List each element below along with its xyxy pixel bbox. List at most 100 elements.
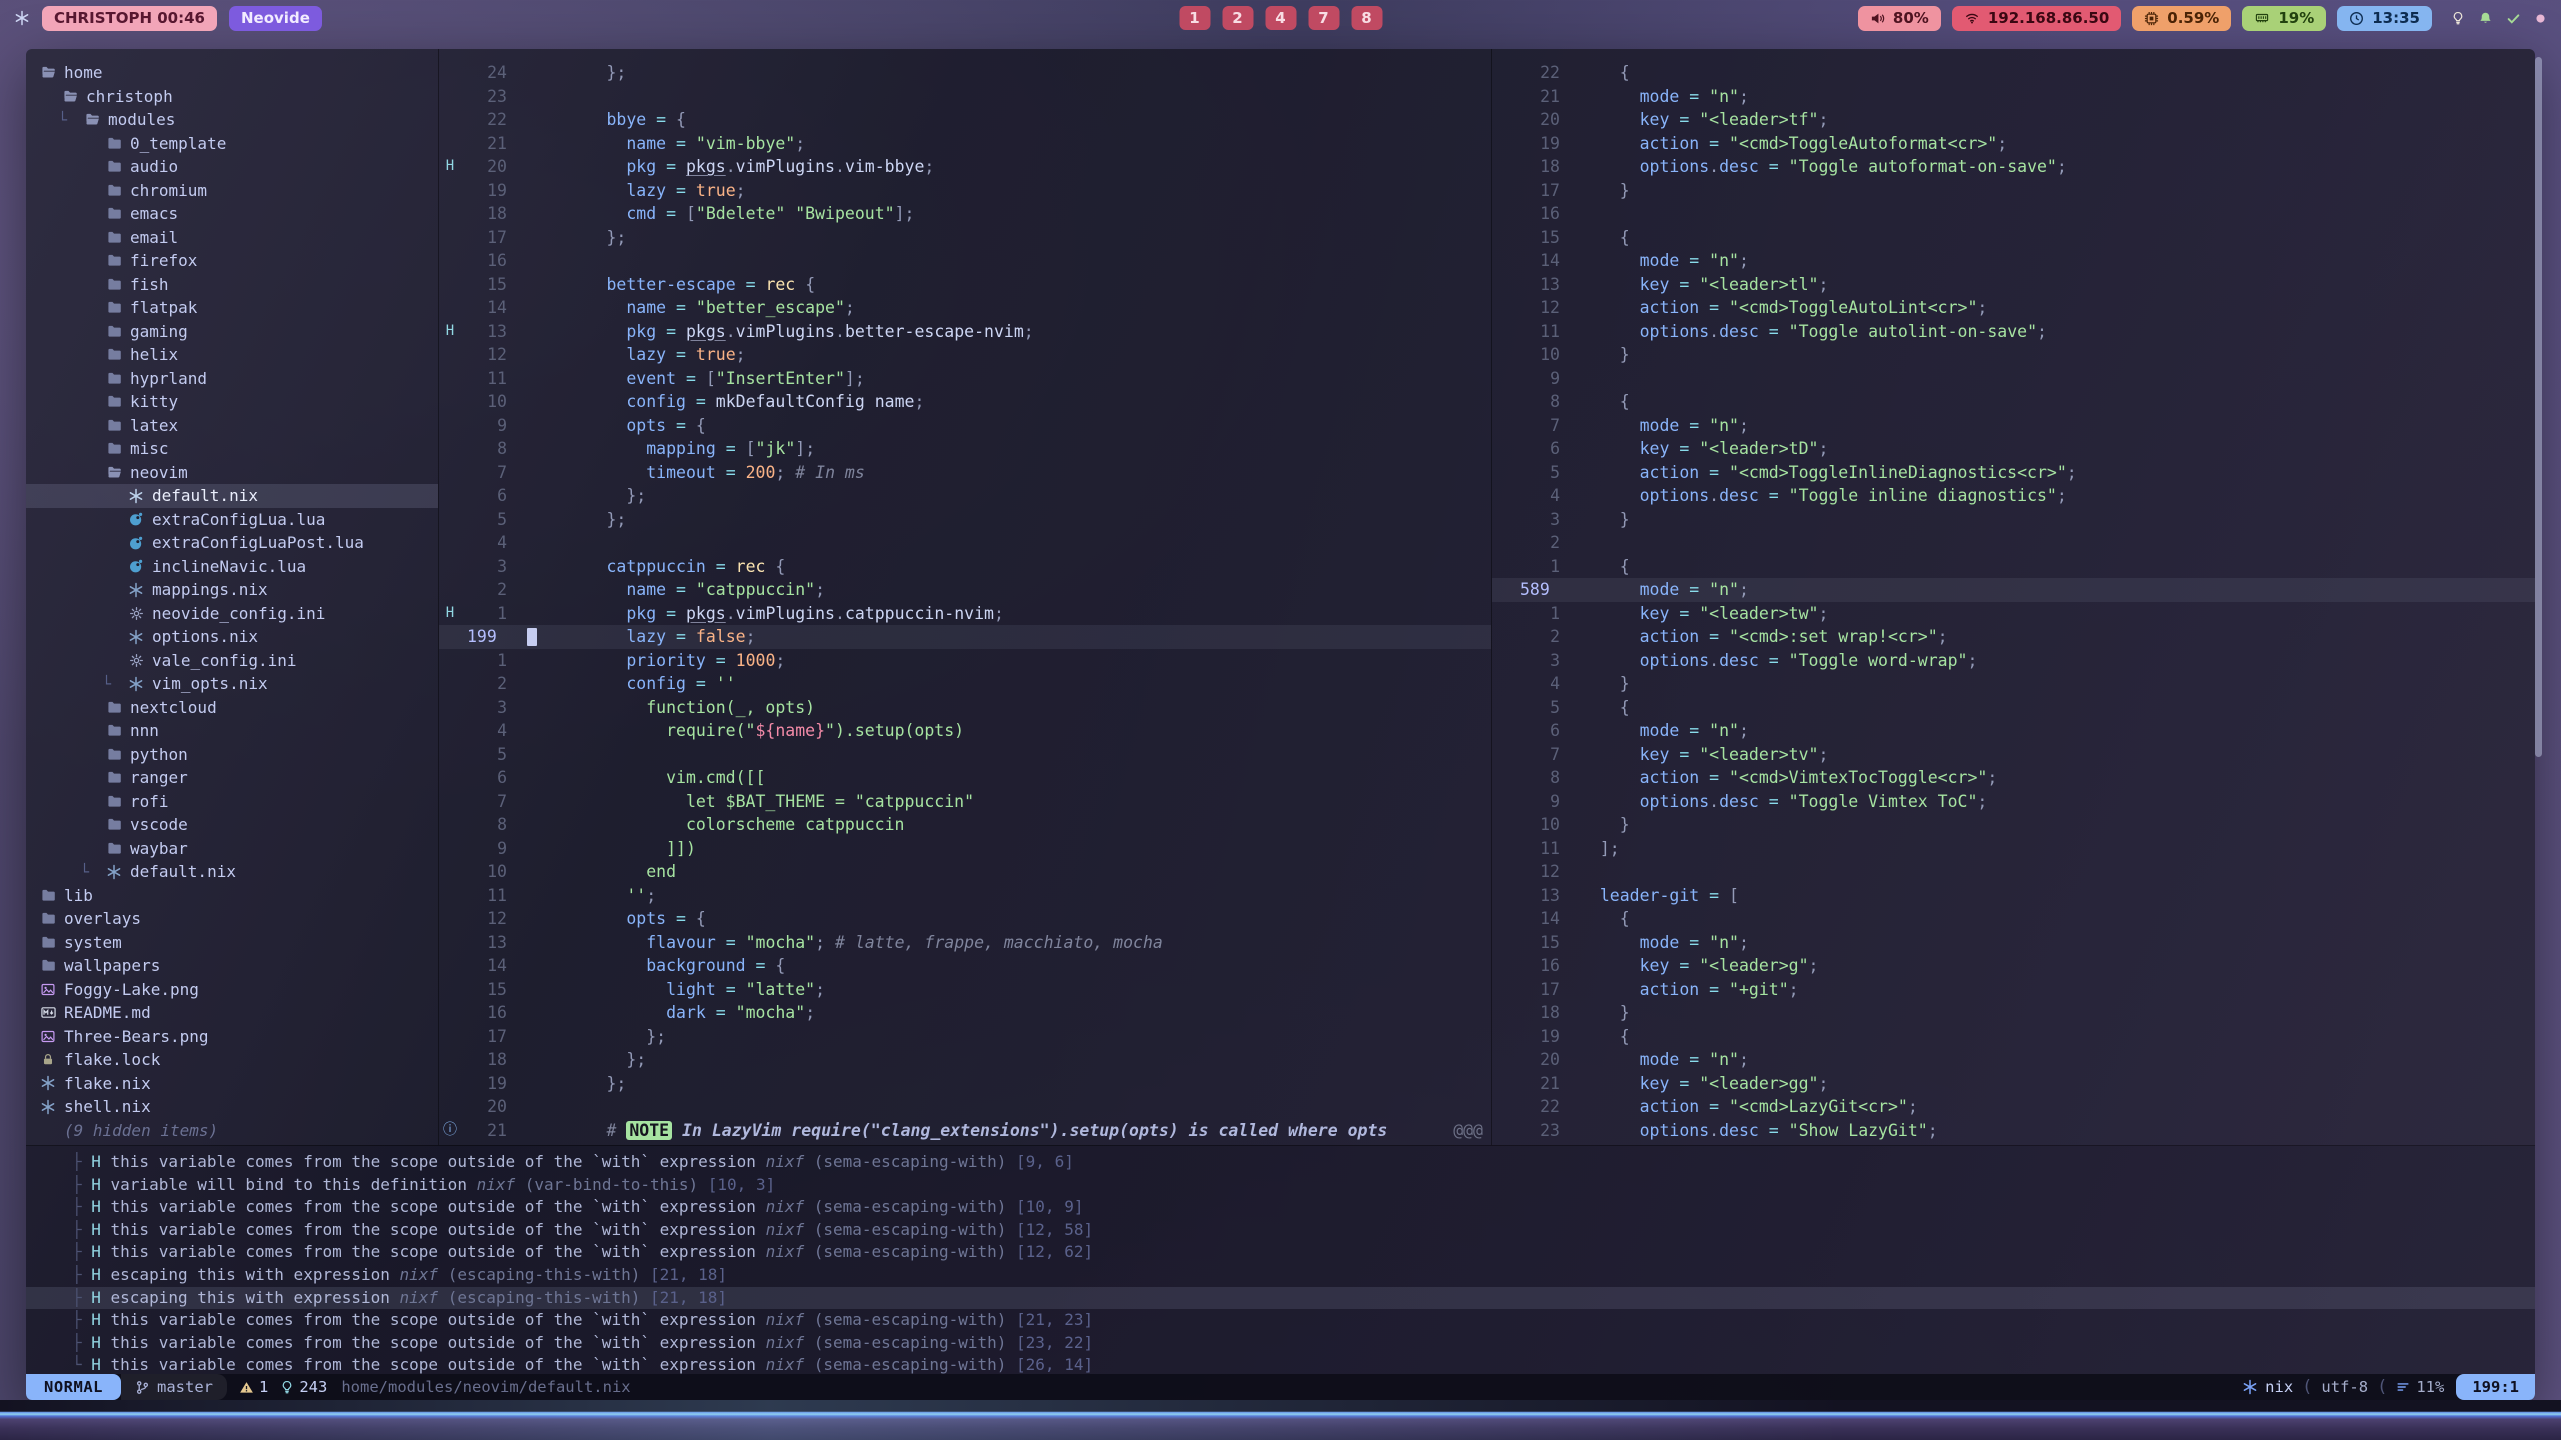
tree-item-christoph[interactable]: christoph (26, 85, 438, 109)
code-line[interactable]: 18 } (1492, 1001, 2535, 1025)
code-line[interactable]: 8 colorscheme catppuccin (439, 813, 1491, 837)
code-line[interactable]: 10 config = mkDefaultConfig name; (439, 390, 1491, 414)
code-line[interactable]: 9 options.desc = "Toggle Vimtex ToC"; (1492, 790, 2535, 814)
code-line[interactable]: 7 timeout = 200; # In ms (439, 461, 1491, 485)
code-line[interactable]: 9 ]]) (439, 837, 1491, 861)
recorder[interactable] (2534, 12, 2547, 25)
code-line[interactable]: 11 options.desc = "Toggle autolint-on-sa… (1492, 320, 2535, 344)
code-line[interactable]: 9 (1492, 367, 2535, 391)
tree-item-rofi[interactable]: rofi (26, 790, 438, 814)
tree-item-9-hidden-items[interactable]: (9 hidden items) (26, 1119, 438, 1143)
tree-item-default-nix[interactable]: └default.nix (26, 860, 438, 884)
tree-item-nextcloud[interactable]: nextcloud (26, 696, 438, 720)
tree-item-system[interactable]: system (26, 931, 438, 955)
code-line[interactable]: 16 dark = "mocha"; (439, 1001, 1491, 1025)
tree-item-flatpak[interactable]: flatpak (26, 296, 438, 320)
diagnostic-row[interactable]: ├ H this variable comes from the scope o… (26, 1241, 2535, 1264)
tree-item-vscode[interactable]: vscode (26, 813, 438, 837)
module-clock[interactable]: 13:35 (2337, 6, 2432, 31)
code-line[interactable]: 22 { (1492, 61, 2535, 85)
code-line[interactable]: 19 action = "<cmd>ToggleAutoformat<cr>"; (1492, 132, 2535, 156)
code-line[interactable]: 14 background = { (439, 954, 1491, 978)
code-line[interactable]: 5 action = "<cmd>ToggleInlineDiagnostics… (1492, 461, 2535, 485)
diagnostic-row[interactable]: ├ H variable will bind to this definitio… (26, 1174, 2535, 1197)
tree-item-extraconfiglua-lua[interactable]: extraConfigLua.lua (26, 508, 438, 532)
diagnostic-row[interactable]: ├ H this variable comes from the scope o… (26, 1309, 2535, 1332)
code-line[interactable]: 589 mode = "n"; (1492, 578, 2535, 602)
nixos-logo-icon[interactable] (14, 10, 30, 26)
code-line[interactable]: 17 action = "+git"; (1492, 978, 2535, 1002)
tree-item-default-nix[interactable]: default.nix (26, 484, 438, 508)
workspace-8[interactable]: 8 (1351, 6, 1382, 30)
tree-item-chromium[interactable]: chromium (26, 179, 438, 203)
diagnostic-row[interactable]: ├ H escaping this with expression nixf (… (26, 1287, 2535, 1310)
code-line[interactable]: 23 options.desc = "Show LazyGit"; (1492, 1119, 2535, 1143)
code-line[interactable]: 19 lazy = true; (439, 179, 1491, 203)
code-line[interactable]: 14 { (1492, 907, 2535, 931)
status-check[interactable] (2506, 11, 2521, 26)
code-line[interactable]: 7 key = "<leader>tv"; (1492, 743, 2535, 767)
git-branch[interactable]: master (121, 1374, 227, 1400)
code-line[interactable]: 3 options.desc = "Toggle word-wrap"; (1492, 649, 2535, 673)
editor-pane-center[interactable]: 24 };2322 bbye = {21 name = "vim-bbye";H… (438, 49, 1492, 1145)
tree-item-gaming[interactable]: gaming (26, 320, 438, 344)
code-line[interactable]: 20 mode = "n"; (1492, 1048, 2535, 1072)
code-line[interactable]: 11 ''; (439, 884, 1491, 908)
code-line[interactable]: 20 key = "<leader>tf"; (1492, 108, 2535, 132)
code-line[interactable]: 4 options.desc = "Toggle inline diagnost… (1492, 484, 2535, 508)
code-line[interactable]: 19 { (1492, 1025, 2535, 1049)
code-line[interactable]: 12 action = "<cmd>ToggleAutoLint<cr>"; (1492, 296, 2535, 320)
code-line[interactable]: H13 pkg = pkgs.vimPlugins.better-escape-… (439, 320, 1491, 344)
code-line[interactable]: 13 key = "<leader>tl"; (1492, 273, 2535, 297)
code-line[interactable]: 10 } (1492, 813, 2535, 837)
tree-item-home[interactable]: home (26, 61, 438, 85)
diagnostic-row[interactable]: ├ H this variable comes from the scope o… (26, 1219, 2535, 1242)
tree-item-hyprland[interactable]: hyprland (26, 367, 438, 391)
tree-item-overlays[interactable]: overlays (26, 907, 438, 931)
tree-item-kitty[interactable]: kitty (26, 390, 438, 414)
tree-item-emacs[interactable]: emacs (26, 202, 438, 226)
tree-item-extraconfigluapost-lua[interactable]: extraConfigLuaPost.lua (26, 531, 438, 555)
code-line[interactable]: 3 catppuccin = rec { (439, 555, 1491, 579)
code-line[interactable]: ⓘ21 # NOTE In LazyVim require("clang_ext… (439, 1119, 1491, 1143)
code-line[interactable]: 18 options.desc = "Toggle autoformat-on-… (1492, 155, 2535, 179)
code-line[interactable]: 11 event = ["InsertEnter"]; (439, 367, 1491, 391)
hint-count[interactable]: 243 (280, 1378, 327, 1396)
code-line[interactable]: 1 priority = 1000; (439, 649, 1491, 673)
tree-item-ranger[interactable]: ranger (26, 766, 438, 790)
tree-item-wallpapers[interactable]: wallpapers (26, 954, 438, 978)
code-line[interactable]: 12 lazy = true; (439, 343, 1491, 367)
code-line[interactable]: 2 (1492, 531, 2535, 555)
code-line[interactable]: 2 name = "catppuccin"; (439, 578, 1491, 602)
code-line[interactable]: 21 name = "vim-bbye"; (439, 132, 1491, 156)
code-line[interactable]: 7 mode = "n"; (1492, 414, 2535, 438)
code-line[interactable]: 6 }; (439, 484, 1491, 508)
code-line[interactable]: 2 action = "<cmd>:set wrap!<cr>"; (1492, 625, 2535, 649)
tree-item-three-bears-png[interactable]: Three-Bears.png (26, 1025, 438, 1049)
workspace-7[interactable]: 7 (1308, 6, 1339, 30)
code-line[interactable]: 16 key = "<leader>g"; (1492, 954, 2535, 978)
code-line[interactable]: 21 mode = "n"; (1492, 85, 2535, 109)
diagnostic-row[interactable]: ├ H this variable comes from the scope o… (26, 1332, 2535, 1355)
code-line[interactable]: 1 { (1492, 555, 2535, 579)
code-line[interactable]: 15 better-escape = rec { (439, 273, 1491, 297)
tree-item-neovim[interactable]: neovim (26, 461, 438, 485)
workspace-2[interactable]: 2 (1222, 6, 1253, 30)
code-line[interactable]: 8 mapping = ["jk"]; (439, 437, 1491, 461)
code-line[interactable]: 9 opts = { (439, 414, 1491, 438)
code-line[interactable]: 13 leader-git = [ (1492, 884, 2535, 908)
code-line[interactable]: 16 (1492, 202, 2535, 226)
tree-item-misc[interactable]: misc (26, 437, 438, 461)
code-line[interactable]: 3 } (1492, 508, 2535, 532)
idle-inhibitor[interactable] (2451, 11, 2465, 25)
tree-item-options-nix[interactable]: options.nix (26, 625, 438, 649)
tree-item-email[interactable]: email (26, 226, 438, 250)
workspace-4[interactable]: 4 (1265, 6, 1296, 30)
code-line[interactable]: 17 } (1492, 179, 2535, 203)
code-line[interactable]: 14 name = "better_escape"; (439, 296, 1491, 320)
tree-item-0-template[interactable]: 0_template (26, 132, 438, 156)
tree-item-vim-opts-nix[interactable]: └vim_opts.nix (26, 672, 438, 696)
diagnostic-row[interactable]: ├ H this variable comes from the scope o… (26, 1196, 2535, 1219)
diagnostic-row[interactable]: └ H this variable comes from the scope o… (26, 1354, 2535, 1374)
tree-item-shell-nix[interactable]: shell.nix (26, 1095, 438, 1119)
